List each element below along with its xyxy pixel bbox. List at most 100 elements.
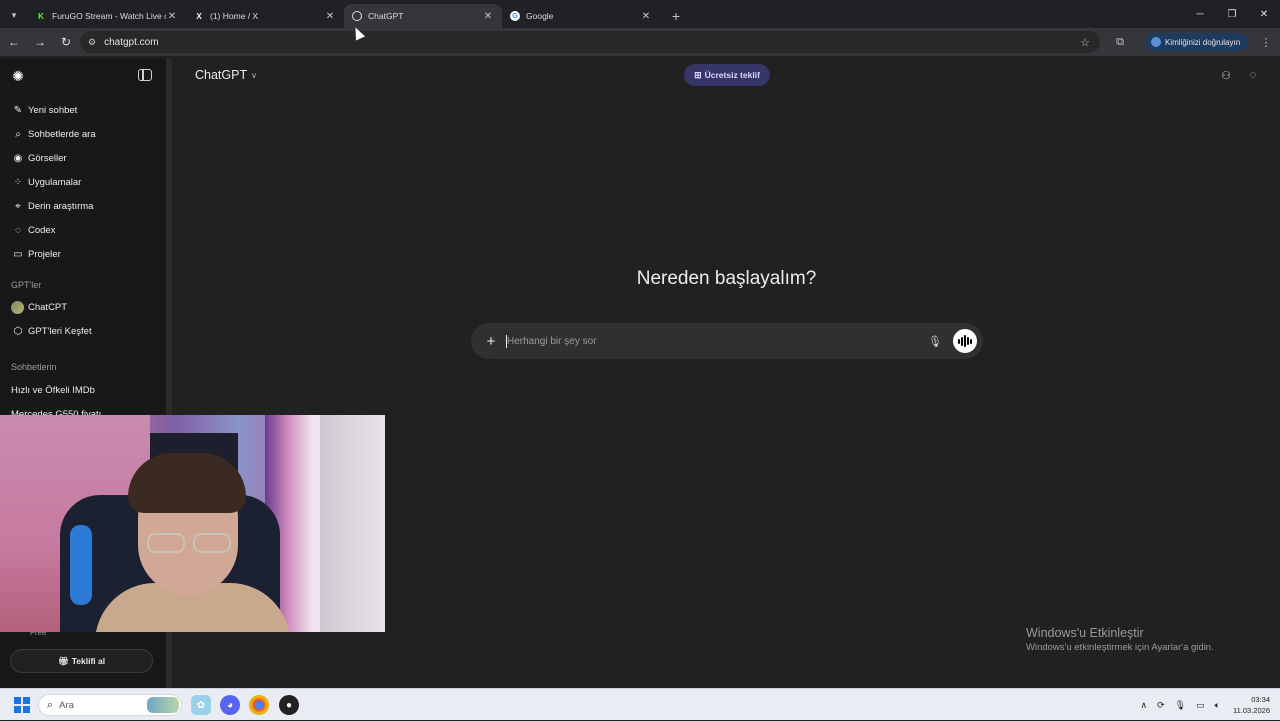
folder-icon: ▭ [13,248,23,260]
sidebar-item-search-chats[interactable]: ⌕ Sohbetlerde ara [6,123,164,145]
verify-identity-button[interactable]: Kimliğinizi doğrulayın [1145,33,1249,51]
sidebar-item-label: Görseller [28,152,67,164]
tab-search-chevron-icon[interactable]: ▾ [4,5,24,25]
app-icon-1[interactable]: ✿ [191,695,211,715]
chevron-down-icon: ∨ [251,70,257,80]
model-name: ChatGPT [195,68,248,82]
microphone-icon[interactable]: 🎙︎ [1175,700,1186,711]
minimize-icon[interactable]: ─ [1184,0,1216,28]
tab-google[interactable]: G Google ✕ [502,4,660,28]
openai-logo-icon[interactable]: ✺ [10,68,26,84]
site-settings-icon[interactable]: ⚙ [88,37,96,48]
chevron-up-icon[interactable]: ∧ [1141,700,1148,711]
windows-start-icon[interactable] [14,697,30,713]
tab-close-icon[interactable]: ✕ [324,11,336,22]
tab-title: ChatGPT [368,11,404,21]
sidebar-item-deep-research[interactable]: ⌖ Derin araştırma [6,195,164,217]
sidebar-item-label: ChatCPT [28,301,68,313]
temporary-chat-icon[interactable]: ◌ [1246,68,1260,82]
add-people-icon[interactable]: ⚇ [1219,68,1233,82]
sidebar-item-projects[interactable]: ▭ Projeler [6,243,164,265]
tab-title: FuruGO Stream - Watch Live o [52,11,166,21]
bookmark-star-icon[interactable]: ☆ [1080,36,1090,49]
model-selector[interactable]: ChatGPT ∨ [195,68,257,82]
extensions-puzzle-icon[interactable]: ⧉ [1110,32,1130,52]
x-favicon-icon: X [196,11,202,21]
windows-activation-watermark: Windows'u Etkinleştir Windows'u etkinleş… [1026,626,1214,653]
windows-taskbar: ⌕ Ara ✿ ◕ ● ∧ ⟳ 🎙︎ ▭ 🔈︎ 03:34 11.03.2026 [0,688,1280,720]
sidebar-item-label: Codex [28,224,56,236]
offer-button-label: Teklifi al [71,656,106,666]
gift-icon: 🎁︎ [57,655,69,666]
browser-menu-kebab-icon[interactable]: ⋮ [1258,32,1274,52]
sidebar-item-codex[interactable]: ◌ Codex [6,219,164,241]
forward-arrow-icon[interactable]: → [28,30,52,54]
verify-label: Kimliğinizi doğrulayın [1165,37,1241,47]
clock[interactable]: 03:34 11.03.2026 [1233,694,1270,716]
window-controls: ─ ❐ ✕ [1184,0,1280,28]
microphone-icon[interactable]: 🎙︎ [927,335,943,348]
tab-title: (1) Home / X [210,11,259,21]
system-tray: ∧ ⟳ 🎙︎ ▭ 🔈︎ 03:34 11.03.2026 [1136,689,1280,721]
taskbar-search[interactable]: ⌕ Ara [38,694,182,716]
date: 11.03.2026 [1233,706,1270,715]
voice-mode-button[interactable] [953,329,977,353]
time: 03:34 [1251,695,1270,704]
display-icon[interactable]: ▭ [1196,700,1205,711]
apps-icon: ⁘ [13,176,23,188]
obs-icon[interactable]: ● [279,695,299,715]
tab-furugo[interactable]: K FuruGO Stream - Watch Live o ✕ [28,4,186,28]
sidebar-item-chatcpt[interactable]: ChatCPT [6,296,164,318]
watermark-subtitle: Windows'u etkinleştirmek için Ayarlar'a … [1026,642,1214,653]
sidebar-item-explore-gpts[interactable]: ⬡ GPT'leri Keşfet [6,320,164,342]
chats-section-heading: Sohbetlerin [11,362,57,372]
sidebar-item-label: Projeler [28,248,61,260]
search-highlight-image [147,697,179,713]
volume-icon[interactable]: 🔈︎ [1215,700,1220,711]
free-offer-button[interactable]: ⊞ Ücretsiz teklif [684,64,770,86]
openai-favicon-icon [352,11,362,21]
prompt-input[interactable] [507,335,927,347]
edit-icon: ✎ [13,104,23,116]
codex-icon: ◌ [15,224,21,236]
close-window-icon[interactable]: ✕ [1248,0,1280,28]
search-icon: ⌕ [15,128,21,140]
browser-toolbar: ← → ↻ ⚙ chatgpt.com ☆ ⧉ Kimliğinizi doğr… [0,28,1280,56]
telescope-icon: ⌖ [15,200,21,212]
image-icon: ◉ [13,152,23,164]
browser-tab-bar: ▾ K FuruGO Stream - Watch Live o ✕ X (1)… [0,0,1280,28]
add-attachment-plus-icon[interactable]: + [482,333,500,350]
sync-icon[interactable]: ⟳ [1157,700,1165,711]
discord-icon[interactable]: ◕ [220,695,240,715]
gift-icon: ⊞ [694,69,702,80]
profile-icon [1151,37,1161,47]
taskbar-search-placeholder: Ara [59,699,74,711]
tab-close-icon[interactable]: ✕ [166,11,178,22]
chat-history-item[interactable]: Hızlı ve Öfkeli IMDb [11,385,95,396]
sidebar-toggle-icon[interactable] [138,69,152,81]
watermark-title: Windows'u Etkinleştir [1026,626,1144,640]
sidebar-item-label: Sohbetlerde ara [28,128,96,140]
address-bar[interactable]: ⚙ chatgpt.com ☆ [80,31,1100,53]
page-heading: Nereden başlayalım? [636,268,817,289]
restore-icon[interactable]: ❐ [1216,0,1248,28]
sidebar-item-label: GPT'leri Keşfet [28,325,92,337]
tab-title: Google [526,11,554,21]
tab-x-home[interactable]: X (1) Home / X ✕ [186,4,344,28]
sidebar-item-apps[interactable]: ⁘ Uygulamalar [6,171,164,193]
chrome-icon[interactable] [249,695,269,715]
gpt-avatar [11,300,24,314]
tab-close-icon[interactable]: ✕ [640,11,652,22]
tab-chatgpt[interactable]: ChatGPT ✕ [344,4,502,28]
get-offer-button[interactable]: 🎁︎ Teklifi al [10,649,153,673]
back-arrow-icon[interactable]: ← [2,30,26,54]
google-favicon-icon: G [510,11,520,21]
reload-icon[interactable]: ↻ [54,30,78,54]
url-text: chatgpt.com [104,36,159,48]
sidebar-item-images[interactable]: ◉ Görseller [6,147,164,169]
tab-close-icon[interactable]: ✕ [482,11,494,22]
new-tab-plus-icon[interactable]: + [666,6,686,26]
search-icon: ⌕ [47,698,54,711]
composer: + 🎙︎ [471,323,983,359]
sidebar-item-new-chat[interactable]: ✎ Yeni sohbet [6,99,164,121]
